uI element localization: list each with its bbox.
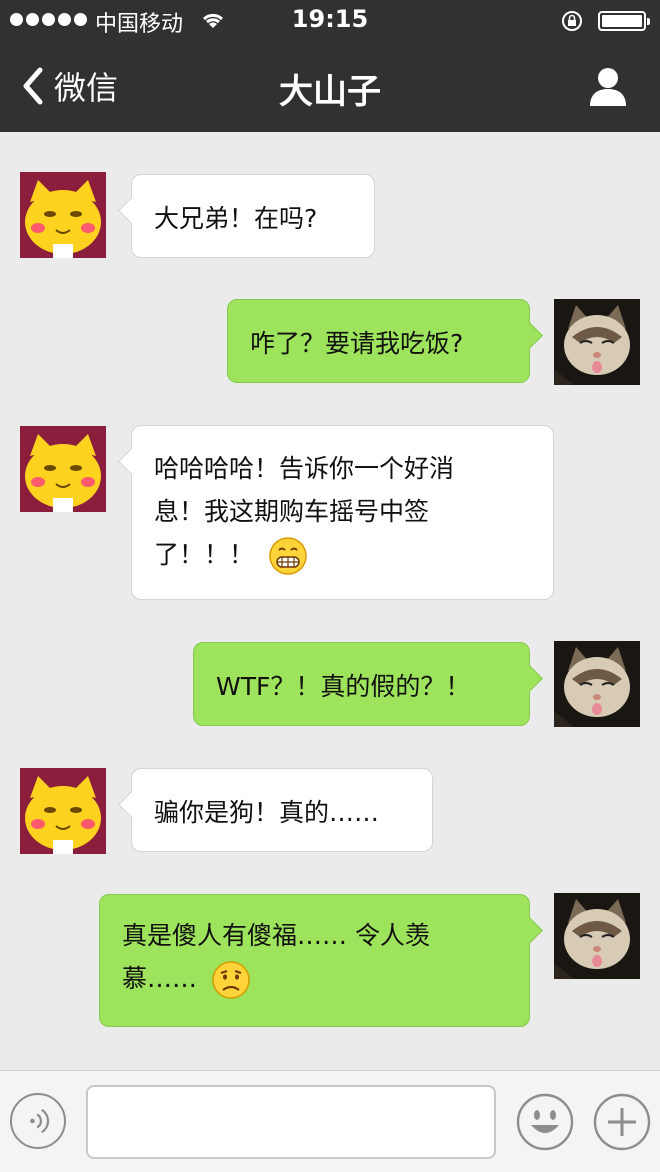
my-avatar[interactable] <box>554 893 640 979</box>
message-bubble-sent[interactable]: 真是傻人有傻福…… 令人羡 慕…… <box>99 894 530 1027</box>
message-text: 大兄弟！在吗? <box>154 204 318 233</box>
frowning-emoji-icon <box>212 961 250 999</box>
message-text-line: 慕…… <box>122 964 198 993</box>
friend-avatar[interactable] <box>20 768 106 854</box>
message-text-line: 哈哈哈哈！告诉你一个好消 <box>154 454 455 483</box>
friend-avatar[interactable] <box>20 172 106 258</box>
chat-input-bar <box>0 1070 660 1172</box>
more-options-icon[interactable] <box>593 1093 651 1151</box>
message-bubble-received[interactable]: 大兄弟！在吗? <box>131 174 375 258</box>
grinning-emoji-icon <box>269 537 307 575</box>
chat-message-list: 大兄弟！在吗? 咋了？要请我吃饭? 哈哈哈哈！告诉你一个好消 息！我这期购车摇号… <box>0 132 660 1070</box>
contact-profile-icon[interactable] <box>586 64 630 108</box>
message-text: 咋了？要请我吃饭? <box>250 329 464 358</box>
message-bubble-sent[interactable]: WTF？！真的假的？！ <box>193 642 530 726</box>
battery-icon <box>598 11 650 31</box>
navigation-bar: 微信 大山子 <box>0 40 660 132</box>
message-text: 骗你是狗！真的…… <box>154 798 380 827</box>
message-text: WTF？！真的假的？！ <box>216 672 471 701</box>
message-text-line: 息！我这期购车摇号中签 <box>154 497 430 526</box>
emoji-picker-icon[interactable] <box>516 1093 574 1151</box>
voice-input-icon[interactable] <box>10 1093 66 1149</box>
message-bubble-received[interactable]: 骗你是狗！真的…… <box>131 768 433 852</box>
my-avatar[interactable] <box>554 641 640 727</box>
rotation-lock-icon <box>562 11 582 31</box>
chat-title: 大山子 <box>279 72 381 112</box>
message-text-line: 真是傻人有傻福…… 令人羡 <box>122 921 430 950</box>
my-avatar[interactable] <box>554 299 640 385</box>
message-text-line: 了！！！ <box>154 540 255 569</box>
friend-avatar[interactable] <box>20 426 106 512</box>
message-input[interactable] <box>86 1085 496 1159</box>
message-bubble-received[interactable]: 哈哈哈哈！告诉你一个好消 息！我这期购车摇号中签 了！！！ <box>131 425 554 600</box>
status-bar: 中国移动 19:15 <box>0 0 660 40</box>
message-bubble-sent[interactable]: 咋了？要请我吃饭? <box>227 299 530 383</box>
